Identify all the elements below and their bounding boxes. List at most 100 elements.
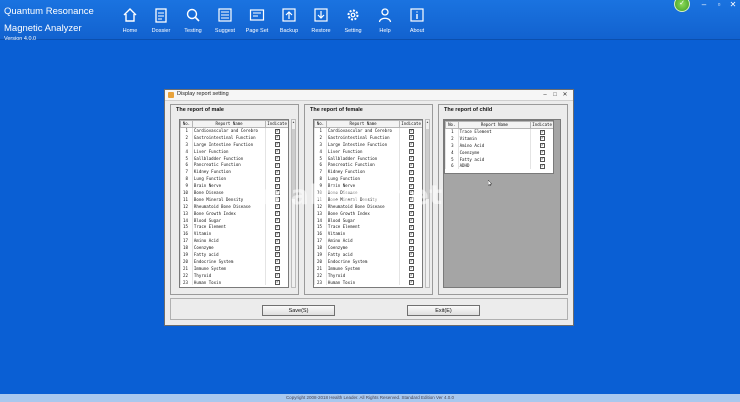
indicate-checkbox[interactable]: ✓ [274,142,280,148]
table-row[interactable]: 9 Brain Nerve ✓ [314,182,422,190]
indicate-checkbox[interactable]: ✓ [408,238,414,244]
table-row[interactable]: 21 Immune System ✓ [180,264,288,272]
indicate-checkbox[interactable]: ✓ [408,211,414,217]
scrollbar-thumb[interactable] [426,129,429,199]
table-row[interactable]: 22 Thyroid ✓ [180,271,288,279]
indicate-checkbox[interactable]: ✓ [274,245,280,251]
table-row[interactable]: 21 Immune System ✓ [314,264,422,272]
table-row[interactable]: 19 Fatty acid ✓ [314,251,422,258]
table-row[interactable]: 16 Vitamin ✓ [180,230,288,238]
toolbar-pageset-button[interactable]: Page Set [240,7,274,37]
table-row[interactable]: 14 Blood Sugar ✓ [180,216,288,224]
table-row[interactable]: 8 Lung Function ✓ [314,175,422,183]
indicate-checkbox[interactable]: ✓ [274,224,280,230]
indicate-checkbox[interactable]: ✓ [539,150,545,156]
indicate-checkbox[interactable]: ✓ [408,156,414,161]
table-row[interactable]: 2 Vitamin ✓ [445,134,553,142]
table-row[interactable]: 15 Trace Element ✓ [314,223,422,231]
toolbar-restore-button[interactable]: Restore [304,7,338,37]
dialog-close-button[interactable]: ✕ [561,92,569,98]
indicate-checkbox[interactable]: ✓ [274,176,280,182]
save-button[interactable]: Save(S) [262,305,335,316]
table-row[interactable]: 2 Gastrointestinal Function ✓ [314,133,422,141]
table-row[interactable]: 10 Bone Disease ✓ [180,189,288,196]
table-row[interactable]: 4 Liver Function ✓ [314,147,422,155]
indicate-checkbox[interactable]: ✓ [408,135,414,141]
table-row[interactable]: 4 Liver Function ✓ [180,147,288,155]
table-row[interactable]: 7 Kidney Function ✓ [314,168,422,176]
indicate-checkbox[interactable]: ✓ [274,273,280,279]
scroll-up-icon[interactable]: ▲ [292,120,295,124]
table-row[interactable]: 20 Endocrine System ✓ [314,257,422,265]
toolbar-home-button[interactable]: Home [113,7,147,37]
toolbar-testing-button[interactable]: Testing [176,7,210,37]
minimize-button[interactable]: – [697,0,711,9]
indicate-checkbox[interactable]: ✓ [408,218,414,224]
indicate-checkbox[interactable]: ✓ [408,204,414,210]
male-table-scrollbar[interactable]: ▲ [291,119,296,288]
toolbar-backup-button[interactable]: Backup [272,7,306,37]
indicate-checkbox[interactable]: ✓ [408,266,414,272]
indicate-checkbox[interactable]: ✓ [539,143,545,149]
indicate-checkbox[interactable]: ✓ [539,129,545,135]
toolbar-about-button[interactable]: About [400,7,434,37]
indicate-checkbox[interactable]: ✓ [408,162,414,168]
table-row[interactable]: 3 Large Intestine Function ✓ [180,140,288,148]
table-row[interactable]: 4 Coenzyme ✓ [445,148,553,156]
table-row[interactable]: 10 Bone Disease ✓ [314,189,422,196]
indicate-checkbox[interactable]: ✓ [274,204,280,210]
table-row[interactable]: 1 Cardiovascular and Cerebro ✓ [314,127,422,134]
scrollbar-thumb[interactable] [292,129,295,199]
scroll-up-icon[interactable]: ▲ [426,120,429,124]
indicate-checkbox[interactable]: ✓ [274,149,280,155]
table-row[interactable]: 12 Rheumatoid Bone Disease ✓ [314,202,422,210]
table-row[interactable]: 12 Rheumatoid Bone Disease ✓ [180,202,288,210]
indicate-checkbox[interactable]: ✓ [274,238,280,244]
table-row[interactable]: 17 Amino Acid ✓ [180,237,288,245]
table-row[interactable]: 18 Coenzyme ✓ [314,244,422,252]
table-row[interactable]: 6 Pancreatic Function ✓ [314,161,422,169]
indicate-checkbox[interactable]: ✓ [408,149,414,155]
table-row[interactable]: 15 Trace Element ✓ [180,223,288,231]
table-row[interactable]: 5 Gallbladder Function ✓ [314,154,422,162]
indicate-checkbox[interactable]: ✓ [274,197,280,203]
table-row[interactable]: 5 Gallbladder Function ✓ [180,154,288,162]
table-row[interactable]: 7 Kidney Function ✓ [180,168,288,176]
indicate-checkbox[interactable]: ✓ [274,231,280,237]
indicate-checkbox[interactable]: ✓ [274,218,280,224]
indicate-checkbox[interactable]: ✓ [539,163,545,169]
table-row[interactable]: 1 Trace Element ✓ [445,128,553,135]
dialog-maximize-button[interactable]: □ [551,92,559,98]
table-row[interactable]: 3 Amino Acid ✓ [445,141,553,149]
exit-button[interactable]: Exit(E) [407,305,480,316]
indicate-checkbox[interactable]: ✓ [274,252,280,258]
table-row[interactable]: 8 Lung Function ✓ [180,175,288,183]
table-row[interactable]: 22 Thyroid ✓ [314,271,422,279]
indicate-checkbox[interactable]: ✓ [408,280,414,286]
indicate-checkbox[interactable]: ✓ [274,190,280,196]
table-row[interactable]: 17 Amino Acid ✓ [314,237,422,245]
table-row[interactable]: 20 Endocrine System ✓ [180,257,288,265]
indicate-checkbox[interactable]: ✓ [539,136,545,142]
indicate-checkbox[interactable]: ✓ [408,183,414,189]
table-row[interactable]: 3 Large Intestine Function ✓ [314,140,422,148]
table-row[interactable]: 1 Cardiovascular and Cerebro ✓ [180,127,288,134]
indicate-checkbox[interactable]: ✓ [274,135,280,141]
indicate-checkbox[interactable]: ✓ [408,197,414,203]
indicate-checkbox[interactable]: ✓ [408,128,414,134]
indicate-checkbox[interactable]: ✓ [274,169,280,175]
indicate-checkbox[interactable]: ✓ [274,259,280,265]
indicate-checkbox[interactable]: ✓ [274,162,280,168]
indicate-checkbox[interactable]: ✓ [408,245,414,251]
indicate-checkbox[interactable]: ✓ [408,142,414,148]
table-row[interactable]: 5 Fatty acid ✓ [445,155,553,163]
toolbar-suggest-button[interactable]: Suggest [208,7,242,37]
table-row[interactable]: 13 Bone Growth Index ✓ [314,209,422,217]
table-row[interactable]: 6 Pancreatic Function ✓ [180,161,288,169]
female-table-scrollbar[interactable]: ▲ [425,119,430,288]
indicate-checkbox[interactable]: ✓ [408,252,414,258]
toolbar-help-button[interactable]: Help [368,7,402,37]
toolbar-dossier-button[interactable]: Dossier [144,7,178,37]
table-row[interactable]: 23 Human Toxin ✓ [180,278,288,286]
indicate-checkbox[interactable]: ✓ [408,224,414,230]
